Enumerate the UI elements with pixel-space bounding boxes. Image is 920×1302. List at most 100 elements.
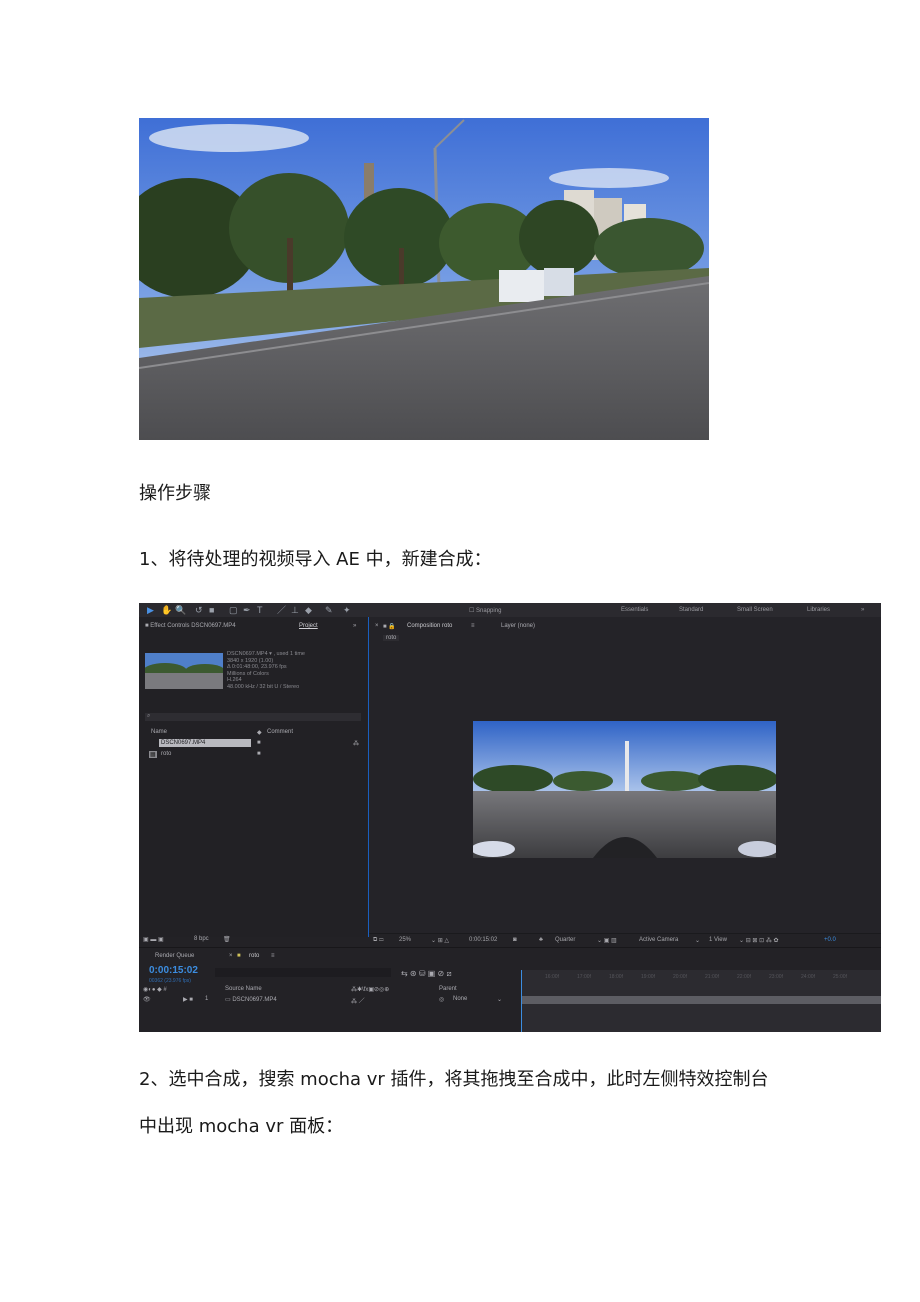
tab-effect-controls[interactable]: ■ Effect Controls DSCN0697.MP4 bbox=[145, 623, 236, 629]
exposure-value[interactable]: +0.0 bbox=[824, 937, 836, 943]
layer-name-label: DSCN0697.MP4 bbox=[232, 997, 277, 1003]
column-comment[interactable]: Comment bbox=[267, 729, 293, 735]
tab-project[interactable]: Project bbox=[299, 623, 318, 629]
rotate-tool-icon[interactable]: ↺ bbox=[195, 605, 203, 615]
street-photo bbox=[139, 118, 709, 440]
column-name[interactable]: Name bbox=[151, 729, 167, 735]
brush-tool-icon[interactable]: ／ bbox=[277, 605, 286, 615]
expand-arrow-icon[interactable]: ▶ ■ bbox=[183, 996, 193, 1003]
time-ruler-tick: 19:00f bbox=[641, 974, 655, 980]
item-label-color: ■ bbox=[257, 751, 261, 757]
eraser-tool-icon[interactable]: ◆ bbox=[305, 605, 312, 615]
ae-toolbar: ▶ ✋ 🔍 ↺ ■ ▢ ✒ T ／ ⊥ ◆ ✎ ✦ ☐ Snapping Ess… bbox=[139, 603, 881, 617]
viewer-controls: ⧉ ▭ 25% ⌄ ⊞ △ 0:00:15:02 ◙ ♣ Quarter ⌄ ▣… bbox=[369, 933, 881, 946]
tab-menu-icon[interactable]: ≡ bbox=[471, 623, 475, 629]
mask-tool-icon[interactable]: ▢ bbox=[229, 605, 238, 615]
comp-subtab[interactable]: roto bbox=[383, 635, 400, 641]
timeline-search-input[interactable] bbox=[215, 968, 391, 977]
time-ruler-tick: 24:00f bbox=[801, 974, 815, 980]
visibility-eye-icon[interactable]: 👁 bbox=[143, 996, 151, 1003]
project-item-comp[interactable]: roto bbox=[161, 751, 171, 757]
timeline-panel: Render Queue × ■ roto ≡ 0:00:15:02 00362… bbox=[139, 947, 881, 1032]
step-2-text-line1: 2、选中合成，搜索 mocha vr 插件，将其拖拽至合成中，此时左侧特效控制台 bbox=[139, 1069, 769, 1090]
column-parent[interactable]: Parent bbox=[439, 986, 457, 992]
workspace-small-screen[interactable]: Small Screen bbox=[737, 607, 773, 613]
av-features-icons[interactable]: ◉◐● ◆ # bbox=[143, 986, 167, 993]
footage-info-line: DSCN0697.MP4 ▾ , used 1 time bbox=[227, 651, 305, 657]
snapshot-icon[interactable]: ◙ bbox=[513, 937, 517, 943]
timeline-fps: 00362 (23.976 fps) bbox=[149, 978, 191, 984]
stamp-tool-icon[interactable]: ⊥ bbox=[291, 605, 299, 615]
footage-info-line: 48.000 kHz / 32 bit U / Stereo bbox=[227, 683, 300, 690]
roto-tool-icon[interactable]: ✎ bbox=[325, 605, 333, 615]
current-time[interactable]: 0:00:15:02 bbox=[469, 937, 497, 943]
panel-menu-icon[interactable]: » bbox=[353, 623, 356, 629]
comp-color-icon: ■ bbox=[237, 953, 241, 959]
step-2-text-line2: 中出现 mocha vr 面板： bbox=[139, 1116, 344, 1137]
label-tag-icon: ◆ bbox=[257, 730, 262, 736]
time-ruler-tick: 23:00f bbox=[769, 974, 783, 980]
camera-tool-icon[interactable]: ■ bbox=[209, 605, 214, 615]
playhead[interactable] bbox=[521, 970, 522, 1032]
trash-icon[interactable]: 🗑 bbox=[223, 936, 231, 943]
layer-switches[interactable]: ⁂ ／ bbox=[351, 996, 365, 1005]
selection-tool-icon[interactable]: ▶ bbox=[147, 605, 154, 615]
time-ruler-tick: 17:00f bbox=[577, 974, 591, 980]
equirectangular-frame bbox=[473, 721, 776, 858]
step-1-text: 1、将待处理的视频导入 AE 中，新建合成： bbox=[139, 549, 492, 570]
comp-lock-icon: ■ 🔒 bbox=[383, 624, 396, 630]
tab-composition[interactable]: Composition roto bbox=[407, 623, 452, 629]
tab-layer[interactable]: Layer (none) bbox=[501, 623, 535, 629]
bpc-label[interactable]: 8 bpc bbox=[194, 936, 209, 942]
snapping-label: Snapping bbox=[476, 608, 502, 614]
tab-roto[interactable]: roto bbox=[249, 953, 259, 959]
project-search-input[interactable]: ⌕ bbox=[145, 713, 361, 721]
switches-icons[interactable]: ⁂✱\fx▣⊘◎⊕ bbox=[351, 986, 389, 993]
workspace-essentials[interactable]: Essentials bbox=[621, 607, 648, 613]
pen-tool-icon[interactable]: ✒ bbox=[243, 605, 251, 615]
chevron-down-icon: ⌄ bbox=[497, 997, 503, 1003]
always-preview-icon[interactable]: ⧉ ▭ bbox=[373, 937, 384, 944]
region-icon[interactable]: ⌄ ▣ ▥ bbox=[597, 937, 617, 944]
time-ruler-tick: 16:00f bbox=[545, 974, 559, 980]
time-ruler-tick: 25:00f bbox=[833, 974, 847, 980]
time-ruler-tick: 22:00f bbox=[737, 974, 751, 980]
zoom-dropdown[interactable]: 25% bbox=[399, 937, 411, 943]
project-panel: ■ Effect Controls DSCN0697.MP4 Project »… bbox=[139, 617, 367, 943]
search-icon: ⌕ bbox=[147, 713, 151, 719]
layer-name[interactable]: ▭ DSCN0697.MP4 bbox=[225, 996, 277, 1003]
view-layout-dropdown[interactable]: 1 View bbox=[709, 937, 727, 943]
time-ruler-tick: 21:00f bbox=[705, 974, 719, 980]
more-workspaces-icon[interactable]: » bbox=[861, 607, 864, 613]
flowchart-icon[interactable]: ⁂ bbox=[353, 740, 359, 747]
snapping-checkbox[interactable]: ☐ Snapping bbox=[469, 607, 501, 614]
color-icon[interactable]: ♣ bbox=[539, 937, 543, 943]
hand-tool-icon[interactable]: ✋ bbox=[161, 605, 172, 615]
equirect-image bbox=[473, 721, 776, 858]
project-item-footage[interactable]: DSCN0697.MP4 bbox=[161, 740, 205, 746]
tab-menu-icon[interactable]: ≡ bbox=[271, 953, 275, 959]
resolution-dropdown[interactable]: Quarter bbox=[555, 937, 575, 943]
time-ruler-tick: 18:00f bbox=[609, 974, 623, 980]
footage-thumbnail bbox=[145, 653, 223, 689]
close-tab-icon[interactable]: × bbox=[229, 953, 233, 959]
tab-render-queue[interactable]: Render Queue bbox=[155, 953, 194, 959]
chevron-down-icon: ⌄ bbox=[695, 938, 701, 944]
pickwhip-icon[interactable]: ◎ bbox=[439, 996, 444, 1003]
zoom-tool-icon[interactable]: 🔍 bbox=[175, 605, 186, 615]
layer-duration-bar[interactable] bbox=[521, 996, 881, 1004]
puppet-tool-icon[interactable]: ✦ bbox=[343, 605, 351, 615]
text-tool-icon[interactable]: T bbox=[257, 605, 263, 615]
interpret-footage-icon[interactable]: ▣ ▬ ▣ bbox=[143, 936, 164, 943]
grid-icon[interactable]: ⌄ ⊞ △ bbox=[431, 937, 449, 944]
close-tab-icon[interactable]: × bbox=[375, 623, 379, 629]
after-effects-screenshot: ▶ ✋ 🔍 ↺ ■ ▢ ✒ T ／ ⊥ ◆ ✎ ✦ ☐ Snapping Ess… bbox=[139, 603, 881, 1032]
parent-dropdown[interactable]: None bbox=[453, 996, 467, 1002]
timeline-switch-icons[interactable]: ⇆ ⊛ ⛁ ▣ ⊘ ⧄ bbox=[401, 969, 452, 979]
timeline-timecode[interactable]: 0:00:15:02 bbox=[149, 965, 198, 976]
column-source-name[interactable]: Source Name bbox=[225, 986, 262, 992]
workspace-standard[interactable]: Standard bbox=[679, 607, 703, 613]
camera-dropdown[interactable]: Active Camera bbox=[639, 937, 678, 943]
view-options-icons[interactable]: ⌄ ⊟ ⊠ ⊡ ⁂ ✿ bbox=[739, 937, 778, 944]
workspace-libraries[interactable]: Libraries bbox=[807, 607, 830, 613]
